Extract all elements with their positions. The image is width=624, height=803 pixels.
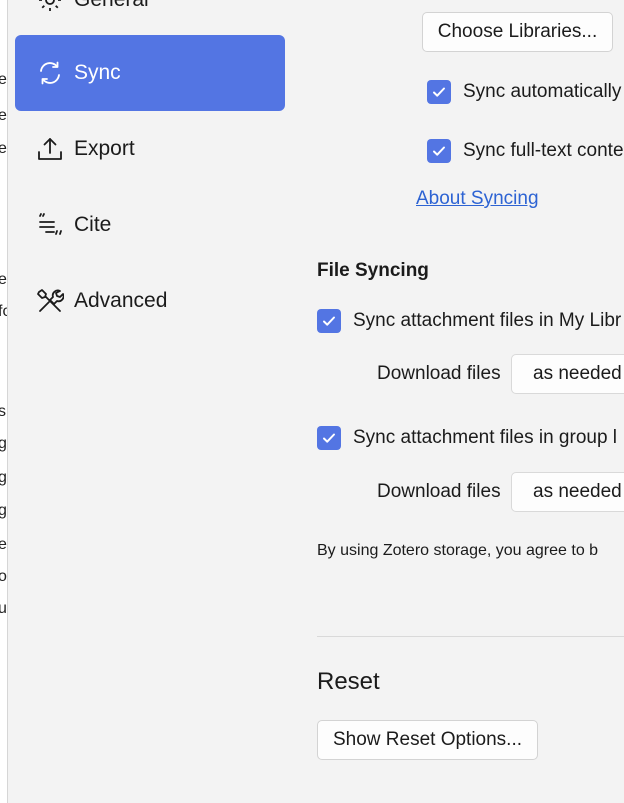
background-text-fragment: fo (0, 304, 7, 320)
my-library-download-value: as needed (533, 363, 622, 384)
checkbox-checked-icon[interactable] (317, 426, 341, 450)
sync-group-files-label: Sync attachment files in group l (353, 427, 618, 448)
gear-icon (35, 0, 65, 15)
group-download-value: as needed (533, 481, 622, 502)
background-text-fragment: g (0, 503, 7, 519)
background-text-fragment: ea (0, 272, 7, 288)
sidebar-item-label: Advanced (74, 289, 168, 312)
sidebar-item-advanced[interactable]: Advanced (15, 263, 285, 339)
reset-section-title: Reset (317, 668, 380, 695)
sync-group-files-option[interactable]: Sync attachment files in group l (317, 426, 617, 450)
sync-my-library-files-option[interactable]: Sync attachment files in My Libr (317, 309, 621, 333)
background-text-fragment: e (0, 537, 7, 553)
background-text-fragment: o (0, 569, 7, 585)
background-text-fragment: g (0, 436, 7, 452)
sidebar-item-label: Cite (74, 213, 112, 236)
my-library-download-label: Download files (377, 363, 501, 384)
checkbox-checked-icon[interactable] (427, 80, 451, 104)
sidebar-item-export[interactable]: Export (15, 111, 285, 187)
background-text-fragment: e (0, 141, 7, 157)
sidebar-item-label: General (74, 0, 149, 12)
export-icon (35, 134, 65, 164)
sync-preferences-pane: Choose Libraries... Sync automatically S… (300, 0, 624, 803)
storage-terms-note: By using Zotero storage, you agree to b (317, 542, 599, 559)
section-divider (317, 636, 624, 637)
my-library-download-select[interactable]: as needed (511, 354, 624, 394)
sync-fulltext-label: Sync full-text conte (463, 140, 624, 161)
sidebar-item-label: Export (74, 137, 135, 160)
sidebar-item-general[interactable]: General (15, 0, 285, 12)
checkbox-checked-icon[interactable] (427, 139, 451, 163)
background-window-edge: e e e ea fo s g g g e o u (0, 0, 8, 803)
background-text-fragment: s (0, 404, 6, 420)
tools-icon (35, 286, 65, 316)
choose-libraries-button[interactable]: Choose Libraries... (422, 12, 613, 52)
background-text-fragment: e (0, 72, 7, 88)
sidebar-item-cite[interactable]: Cite (15, 187, 285, 263)
about-syncing-link[interactable]: About Syncing (416, 188, 539, 210)
sidebar-item-sync[interactable]: Sync (15, 35, 285, 111)
background-text-fragment: g (0, 470, 7, 486)
background-text-fragment: u (0, 601, 7, 617)
show-reset-options-button[interactable]: Show Reset Options... (317, 720, 538, 760)
sync-my-library-files-label: Sync attachment files in My Libr (353, 310, 622, 331)
sync-automatically-label: Sync automatically (463, 81, 622, 102)
preferences-sidebar: General Sync Export (15, 0, 285, 803)
sync-icon (35, 58, 65, 88)
group-download-select[interactable]: as needed (511, 472, 624, 512)
sync-fulltext-option[interactable]: Sync full-text conte (427, 139, 624, 163)
cite-icon (35, 210, 65, 240)
background-text-fragment: e (0, 108, 7, 124)
sync-automatically-option[interactable]: Sync automatically (427, 80, 621, 104)
file-syncing-heading: File Syncing (317, 260, 429, 281)
sidebar-item-label: Sync (74, 61, 121, 84)
group-download-label: Download files (377, 481, 501, 502)
checkbox-checked-icon[interactable] (317, 309, 341, 333)
